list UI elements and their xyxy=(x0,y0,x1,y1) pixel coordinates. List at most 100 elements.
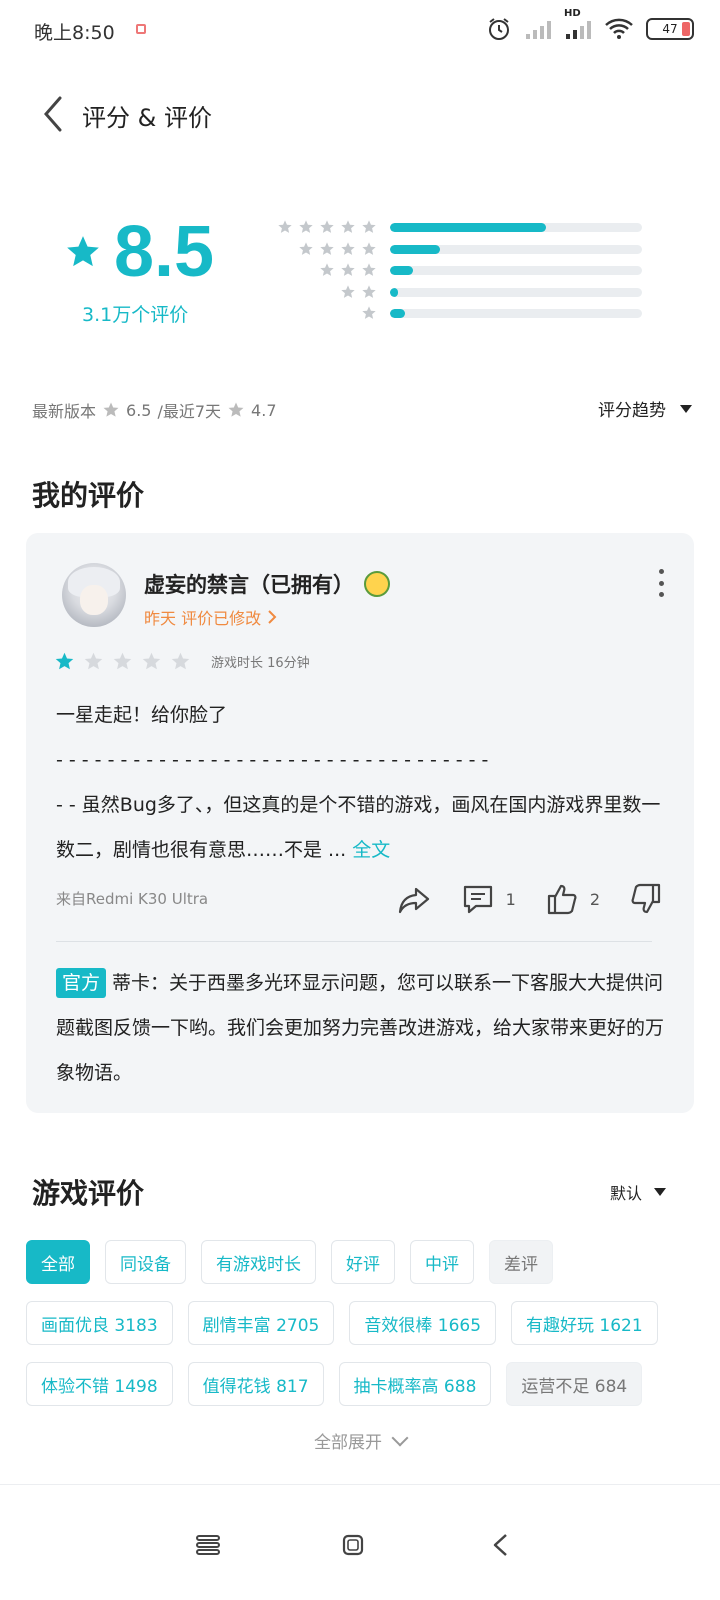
filter-chip[interactable]: 抽卡概率高 688 xyxy=(338,1362,492,1406)
star-icon xyxy=(320,241,334,255)
trend-label: 评分趋势 xyxy=(598,401,666,421)
caret-down-icon xyxy=(680,404,692,413)
star-icon xyxy=(320,263,334,276)
star-icon xyxy=(362,263,376,276)
filter-chip[interactable]: 有趣好玩 1621 xyxy=(511,1301,658,1345)
rating-bar-fill xyxy=(390,266,413,275)
expand-label: 全部展开 xyxy=(314,1433,382,1453)
filter-chip[interactable]: 同设备 xyxy=(105,1240,186,1284)
home-square-icon xyxy=(342,1534,364,1556)
score-value: 8.5 xyxy=(114,212,215,292)
my-rating-stars: 游戏时长 16分钟 xyxy=(54,651,310,672)
recent-label: /最近7天 xyxy=(157,402,222,421)
sort-label: 默认 xyxy=(609,1184,642,1203)
back-nav-button[interactable] xyxy=(480,1525,520,1565)
review-body[interactable]: 一星走起！给你脸了 - - - - - - - - - - - - - - - … xyxy=(56,693,666,873)
rating-bar-fill xyxy=(390,223,547,232)
star-icon xyxy=(362,306,376,319)
filter-row-3: 体验不错 1498 值得花钱 817 抽卡概率高 688 运营不足 684 xyxy=(26,1362,643,1406)
filter-row-1: 全部 同设备 有游戏时长 好评 中评 差评 xyxy=(26,1240,553,1284)
rating-star-icon xyxy=(55,652,74,670)
signal-weak-icon xyxy=(526,21,551,39)
status-icons: HD 47 xyxy=(486,8,694,42)
menu-nav-button[interactable] xyxy=(188,1525,228,1565)
network-label: HD xyxy=(564,8,581,19)
rating-summary: 8.5 3.1万个评价 xyxy=(0,200,720,340)
device-label: 来自Redmi K30 Ultra xyxy=(56,890,209,908)
home-nav-button[interactable] xyxy=(333,1525,373,1565)
page-title: 评分 & 评价 xyxy=(82,104,212,132)
username-text: 虚妄的禁言（已拥有） xyxy=(144,573,354,597)
rating-distribution-row-3 xyxy=(260,261,660,283)
expand-all-button[interactable]: 全部展开 xyxy=(0,1428,720,1453)
star-icon xyxy=(341,284,355,298)
rating-distribution-row-1 xyxy=(260,304,660,326)
star-icon xyxy=(362,241,376,255)
filter-chip[interactable]: 剧情丰富 2705 xyxy=(187,1301,335,1345)
username: 虚妄的禁言（已拥有） xyxy=(144,569,390,599)
comment-button[interactable]: 1 xyxy=(460,881,516,917)
filter-chip[interactable]: 有游戏时长 xyxy=(201,1240,316,1284)
star-icon xyxy=(362,220,376,233)
thumbs-up-icon xyxy=(547,884,577,915)
full-text-link[interactable]: 全文 xyxy=(352,839,390,861)
rating-star-icon xyxy=(142,652,161,670)
review-meta[interactable]: 昨天 评价已修改 xyxy=(144,605,277,629)
playtime: 游戏时长 16分钟 xyxy=(211,656,310,671)
official-reply-text: 蒂卡：关于西墨多光环显示问题，您可以联系一下客服大大提供问题截图反馈一下哟。我们… xyxy=(56,972,665,1084)
battery-level: 47 xyxy=(662,22,678,36)
sort-dropdown[interactable]: 默认 xyxy=(610,1180,666,1204)
star-icon xyxy=(278,220,292,233)
divider xyxy=(56,941,652,942)
version-rating-line: 最新版本 6.5 /最近7天 4.7 评分趋势 xyxy=(32,396,692,424)
rating-bar xyxy=(390,287,642,297)
filter-chip[interactable]: 运营不足 684 xyxy=(506,1362,643,1406)
status-bar: 晚上8:50 HD 47 xyxy=(0,0,720,62)
filter-chip[interactable]: 体验不错 1498 xyxy=(26,1362,173,1406)
back-button[interactable] xyxy=(34,92,74,136)
filter-chip[interactable]: 全部 xyxy=(26,1240,90,1284)
share-icon xyxy=(398,887,429,914)
filter-chip[interactable]: 中评 xyxy=(410,1240,474,1284)
battery-icon: 47 xyxy=(646,18,694,40)
filter-chip[interactable]: 音效很棒 1665 xyxy=(349,1301,497,1345)
star-icon xyxy=(341,220,355,233)
filter-chip[interactable]: 差评 xyxy=(489,1240,553,1284)
chevron-down-icon xyxy=(391,1429,409,1446)
more-options-button[interactable] xyxy=(656,569,666,597)
recent-score: 4.7 xyxy=(251,400,277,420)
rating-bar xyxy=(390,223,642,232)
star-icon xyxy=(362,284,376,298)
latest-version-label: 最新版本 xyxy=(32,402,97,421)
dislike-button[interactable] xyxy=(628,881,664,917)
filter-chip[interactable]: 好评 xyxy=(331,1240,395,1284)
rating-star-icon xyxy=(113,652,132,670)
comment-count: 1 xyxy=(505,889,516,909)
notification-icon xyxy=(136,24,146,34)
avatar[interactable] xyxy=(62,563,126,627)
rating-bar-fill xyxy=(390,244,441,254)
official-tag: 官方 xyxy=(56,968,107,998)
status-time: 晚上8:50 xyxy=(34,22,115,44)
rating-bar-fill xyxy=(390,287,398,297)
like-button[interactable]: 2 xyxy=(544,881,600,917)
rating-trend-button[interactable]: 评分趋势 xyxy=(598,396,692,421)
share-button[interactable] xyxy=(396,881,432,917)
header: 评分 & 评价 xyxy=(0,82,720,146)
rating-distribution xyxy=(260,218,660,326)
star-icon xyxy=(341,263,355,276)
rating-bar-fill xyxy=(390,309,406,318)
rating-count: 3.1万个评价 xyxy=(82,304,189,326)
rating-star-icon xyxy=(171,652,190,670)
rating-bar xyxy=(390,244,642,254)
menu-icon xyxy=(196,1535,220,1555)
review-line-1: 一星走起！给你脸了 xyxy=(56,704,228,726)
filter-chip[interactable]: 值得花钱 817 xyxy=(187,1362,324,1406)
review-meta-text: 昨天 评价已修改 xyxy=(144,609,262,628)
rating-distribution-row-2 xyxy=(260,283,660,305)
filter-chip[interactable]: 画面优良 3183 xyxy=(26,1301,173,1345)
user-badge-icon xyxy=(364,571,390,597)
star-icon xyxy=(320,220,334,233)
star-icon xyxy=(228,402,244,417)
back-triangle-icon xyxy=(493,1534,507,1556)
